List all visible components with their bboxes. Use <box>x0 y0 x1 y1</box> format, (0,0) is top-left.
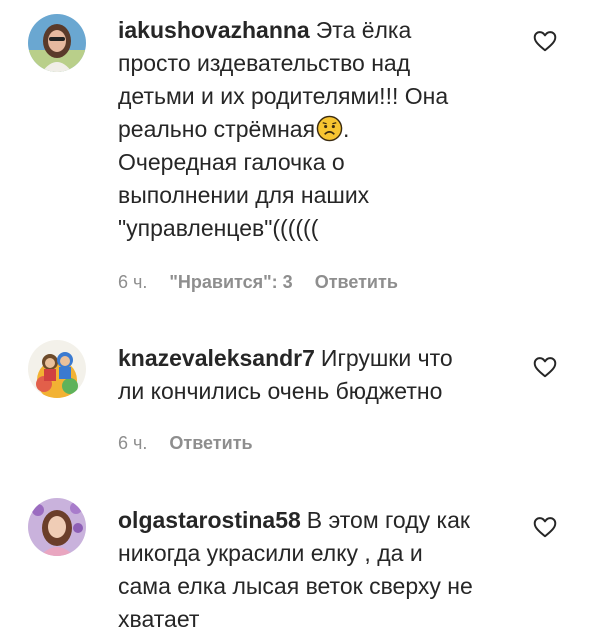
heart-outline-icon[interactable] <box>532 28 558 54</box>
worried-face-emoji-icon <box>316 115 343 142</box>
comment-text: iakushovazhanna Эта ёлка просто издевател… <box>118 17 449 241</box>
heart-outline-icon[interactable] <box>532 354 558 380</box>
timestamp: 6 ч. <box>118 272 148 292</box>
likes-count[interactable]: "Нравится": 3 <box>169 272 292 292</box>
heart-outline-icon[interactable] <box>532 514 558 540</box>
username[interactable]: olgastarostina58 <box>118 507 301 533</box>
reply-button[interactable]: Ответить <box>169 433 252 453</box>
comment-meta: 6 ч. "Нравится": 3 Ответить <box>118 272 420 293</box>
username[interactable]: iakushovazhanna <box>118 17 310 43</box>
avatar[interactable] <box>28 14 86 72</box>
username[interactable]: knazevaleksandr7 <box>118 345 315 371</box>
reply-button[interactable]: Ответить <box>315 272 398 292</box>
avatar[interactable] <box>28 340 86 398</box>
comment-text: olgastarostina58 В этом году как никогда … <box>118 507 473 632</box>
comment-text: knazevaleksandr7 Игрушки что ли кончились… <box>118 345 453 404</box>
timestamp: 6 ч. <box>118 433 148 453</box>
avatar[interactable] <box>28 498 86 556</box>
comment-meta: 6 ч. Ответить <box>118 433 275 454</box>
